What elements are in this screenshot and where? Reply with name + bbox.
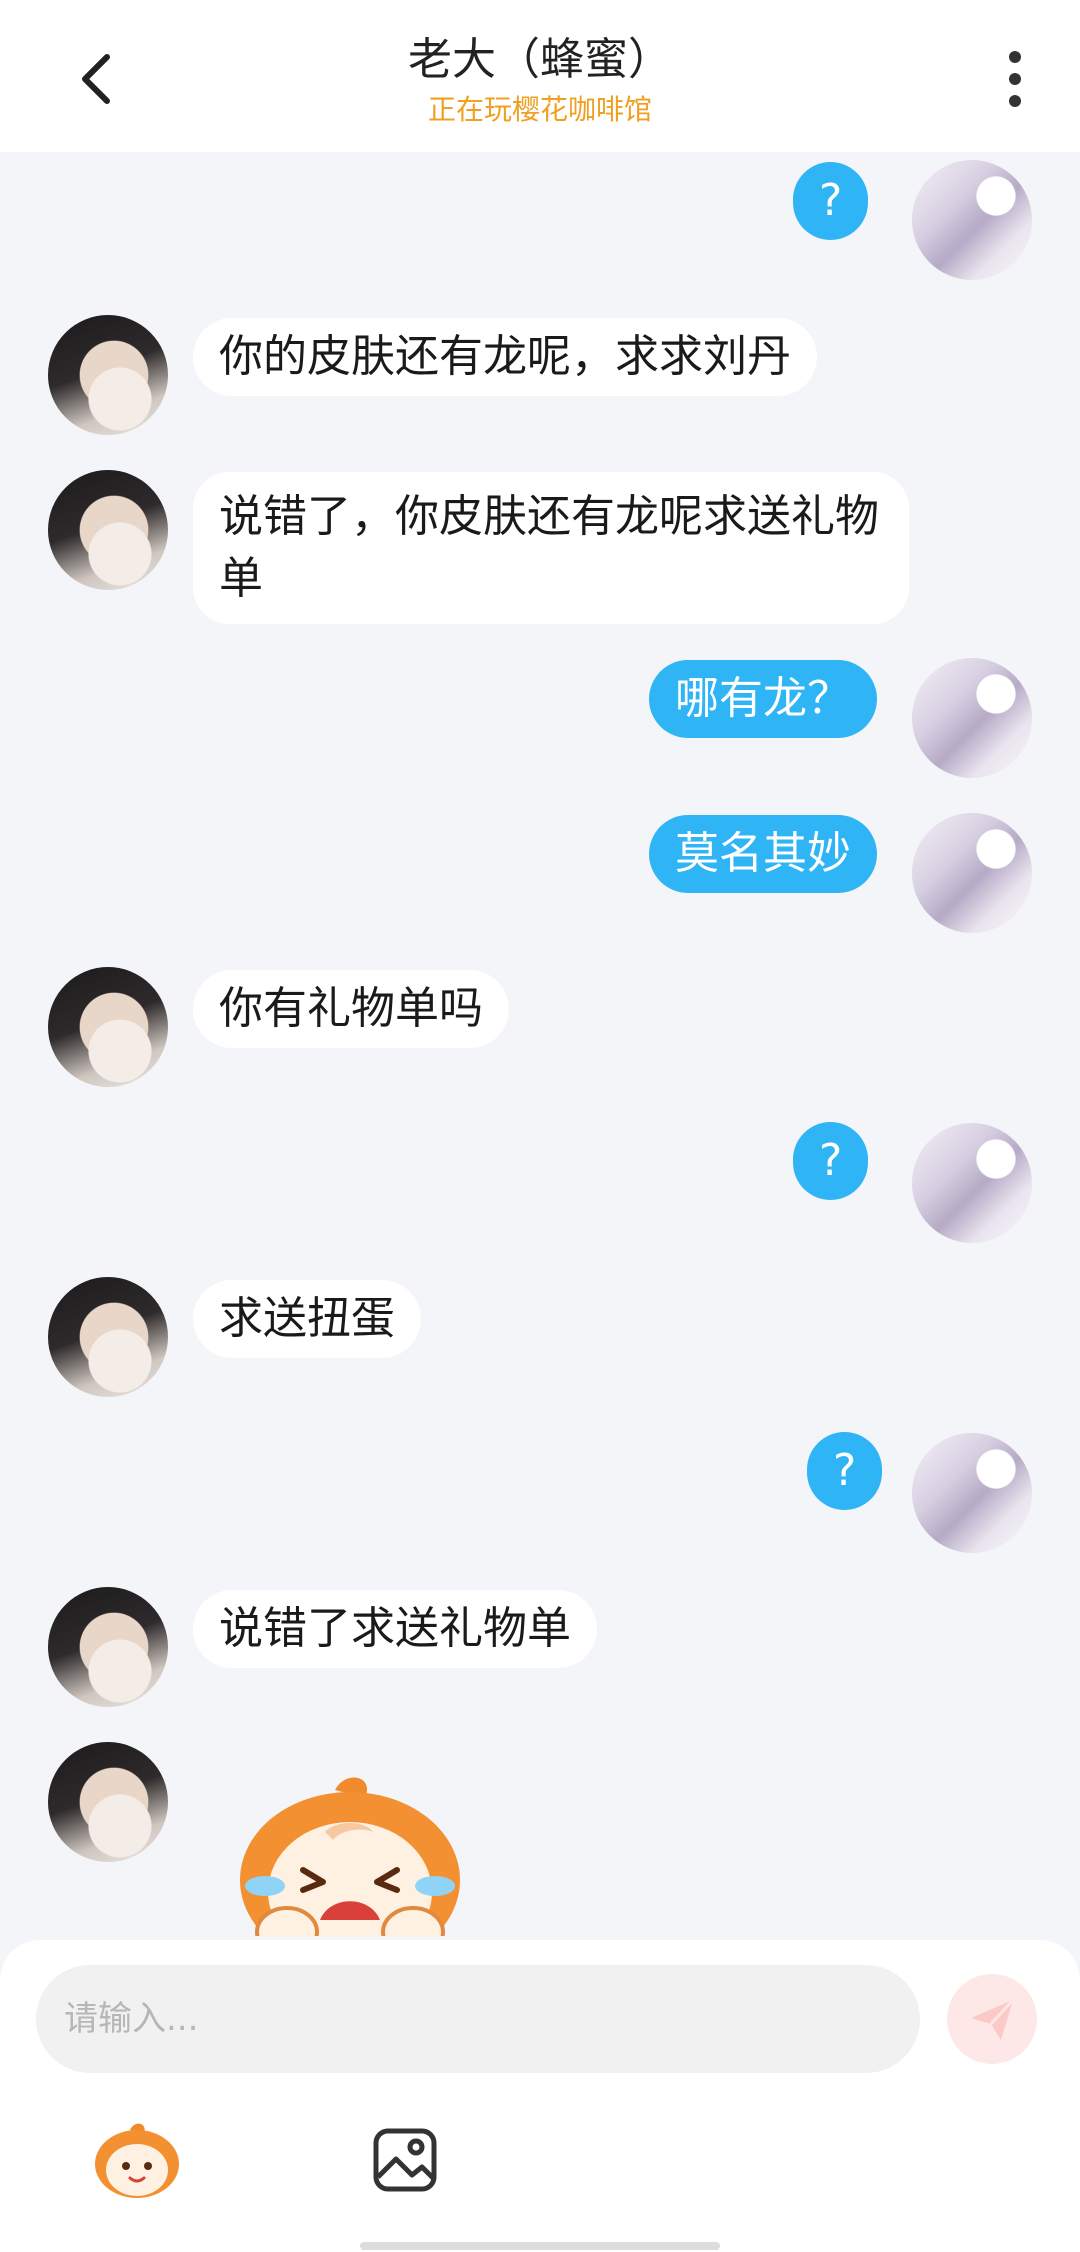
message-bubble-sent[interactable]: 莫名其妙 [649, 815, 877, 893]
image-picker-button[interactable] [370, 2125, 440, 2195]
message-list[interactable]: ? 你的皮肤还有龙呢，求求刘丹 说错了，你皮肤还有龙呢求送礼物单 哪有龙？ 莫名… [0, 152, 1080, 1940]
message-bubble-received[interactable]: 你的皮肤还有龙呢，求求刘丹 [193, 318, 817, 396]
image-icon [373, 2128, 437, 2192]
my-avatar[interactable] [912, 160, 1032, 280]
my-avatar[interactable] [912, 1433, 1032, 1553]
contact-avatar[interactable] [48, 315, 168, 435]
chat-header: 老大（蜂蜜） 正在玩樱花咖啡馆 [0, 0, 1080, 152]
message-input[interactable] [36, 1965, 920, 2073]
message-bubble-received[interactable]: 你有礼物单吗 [193, 970, 509, 1048]
contact-avatar[interactable] [48, 1277, 168, 1397]
more-vertical-icon [1009, 51, 1021, 107]
emoji-button[interactable] [92, 2120, 182, 2200]
send-button[interactable] [947, 1974, 1037, 2064]
message-bubble-sent[interactable]: ? [793, 1122, 869, 1200]
message-bubble-received[interactable]: 求送扭蛋 [193, 1280, 421, 1358]
crying-mascot-sticker[interactable] [225, 1770, 475, 1936]
mascot-emoji-icon [95, 2123, 179, 2198]
message-bubble-received[interactable]: 说错了，你皮肤还有龙呢求送礼物单 [193, 472, 909, 624]
message-bubble-sent[interactable]: 哪有龙？ [649, 660, 877, 738]
my-avatar[interactable] [912, 658, 1032, 778]
my-avatar[interactable] [912, 813, 1032, 933]
my-avatar[interactable] [912, 1123, 1032, 1243]
message-bubble-received[interactable]: 说错了求送礼物单 [193, 1590, 597, 1668]
more-options-button[interactable] [990, 44, 1040, 114]
message-bubble-sent[interactable]: ? [793, 162, 869, 240]
contact-name: 老大（蜂蜜） [408, 34, 672, 85]
contact-avatar[interactable] [48, 967, 168, 1087]
contact-avatar[interactable] [48, 1587, 168, 1707]
message-bubble-sent[interactable]: ? [807, 1432, 883, 1510]
contact-avatar[interactable] [48, 470, 168, 590]
contact-avatar[interactable] [48, 1742, 168, 1862]
contact-status: 正在玩樱花咖啡馆 [427, 93, 652, 126]
send-icon [971, 1998, 1015, 2040]
home-indicator[interactable] [360, 2242, 720, 2250]
header-title-group: 老大（蜂蜜） 正在玩樱花咖啡馆 [0, 30, 1080, 128]
input-panel [0, 1940, 1080, 2252]
